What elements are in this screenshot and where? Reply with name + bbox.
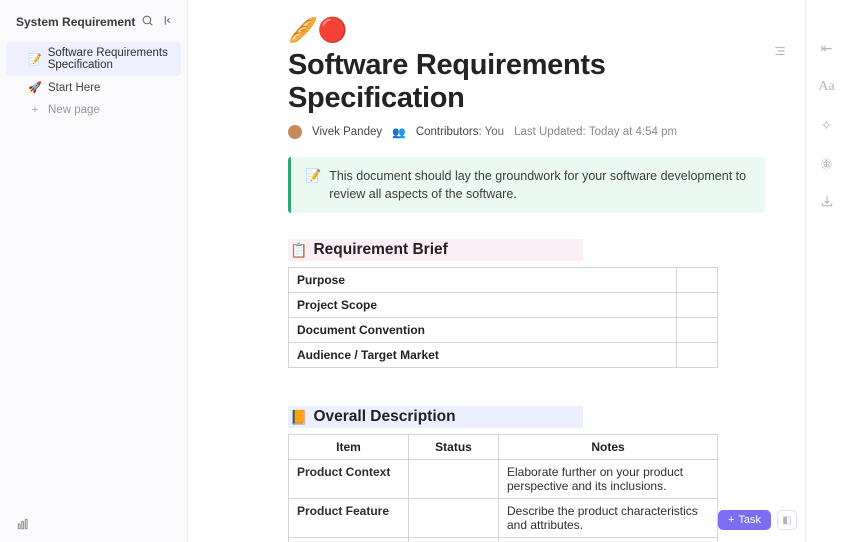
section-title: Overall Description bbox=[313, 408, 455, 426]
info-callout[interactable]: 📝 This document should lay the groundwor… bbox=[288, 157, 765, 213]
plus-icon: + bbox=[728, 514, 734, 526]
collapse-sidebar-icon[interactable] bbox=[162, 14, 175, 30]
right-rail: ⇤ Aa ✧ ㊎ bbox=[805, 0, 847, 542]
table-row: Purpose bbox=[289, 268, 718, 293]
contributors[interactable]: Contributors: You bbox=[416, 126, 504, 138]
author-name[interactable]: Vivek Pandey bbox=[312, 126, 382, 138]
page-title[interactable]: Software Requirements Specification bbox=[288, 49, 765, 115]
workspace-title: System Requirement bbox=[16, 15, 135, 29]
people-icon: 👥 bbox=[392, 126, 406, 139]
clipboard-icon: 📋 bbox=[290, 242, 307, 259]
section-heading-overall-description[interactable]: 📙 Overall Description bbox=[288, 406, 648, 428]
sidebar-footer bbox=[0, 509, 187, 542]
sidebar-item-label: Software Requirements Specification bbox=[48, 47, 171, 71]
stats-icon[interactable] bbox=[16, 519, 30, 534]
last-updated: Last Updated: Today at 4:54 pm bbox=[514, 126, 677, 138]
bottom-actions: + Task ◧ bbox=[718, 510, 797, 530]
page-emoji[interactable]: 🥖🔴 bbox=[288, 16, 765, 45]
sidebar-item-label: New page bbox=[48, 104, 100, 116]
sidebar: System Requirement 📝 Software Requiremen… bbox=[0, 0, 188, 542]
search-icon[interactable] bbox=[141, 14, 154, 30]
translate-icon[interactable]: ㊎ bbox=[821, 156, 832, 172]
sidebar-item-label: Start Here bbox=[48, 82, 100, 94]
book-icon: 📙 bbox=[290, 409, 307, 426]
font-icon[interactable]: Aa bbox=[818, 79, 834, 95]
table-row: Audience / Target Market bbox=[289, 343, 718, 368]
table-row: User Class and CharacteristicsDiscuss ho… bbox=[289, 538, 718, 542]
task-label: Task bbox=[738, 514, 761, 526]
sidebar-new-page[interactable]: + New page bbox=[6, 99, 181, 121]
table-row: Document Convention bbox=[289, 318, 718, 343]
table-row: Project Scope bbox=[289, 293, 718, 318]
table-row: Product ContextElaborate further on your… bbox=[289, 460, 718, 499]
sidebar-item-start-here[interactable]: 🚀 Start Here bbox=[6, 76, 181, 99]
section-title: Requirement Brief bbox=[313, 241, 447, 259]
author-avatar[interactable] bbox=[288, 125, 302, 139]
export-icon[interactable] bbox=[820, 194, 834, 211]
doc-icon: 📝 bbox=[28, 53, 42, 66]
requirement-brief-table[interactable]: Purpose Project Scope Document Conventio… bbox=[288, 267, 718, 368]
expand-icon[interactable]: ⇤ bbox=[821, 40, 833, 57]
task-button[interactable]: + Task bbox=[718, 510, 771, 530]
toc-icon[interactable] bbox=[773, 44, 787, 61]
overall-description-table[interactable]: Item Status Notes Product ContextElabora… bbox=[288, 434, 718, 542]
ai-icon[interactable]: ✧ bbox=[821, 117, 833, 134]
sidebar-item-srs[interactable]: 📝 Software Requirements Specification bbox=[6, 42, 181, 76]
sidebar-header: System Requirement bbox=[0, 8, 187, 42]
plus-icon: + bbox=[28, 104, 42, 116]
apps-button[interactable]: ◧ bbox=[777, 510, 797, 530]
section-heading-requirement-brief[interactable]: 📋 Requirement Brief bbox=[288, 239, 648, 261]
callout-text: This document should lay the groundwork … bbox=[329, 167, 751, 203]
document-meta: Vivek Pandey 👥 Contributors: You Last Up… bbox=[288, 125, 765, 139]
memo-icon: 📝 bbox=[305, 167, 321, 203]
document-main: 🥖🔴 Software Requirements Specification V… bbox=[188, 0, 805, 542]
doc-icon: 🚀 bbox=[28, 81, 42, 94]
table-header-row: Item Status Notes bbox=[289, 435, 718, 460]
table-row: Product FeatureDescribe the product char… bbox=[289, 499, 718, 538]
